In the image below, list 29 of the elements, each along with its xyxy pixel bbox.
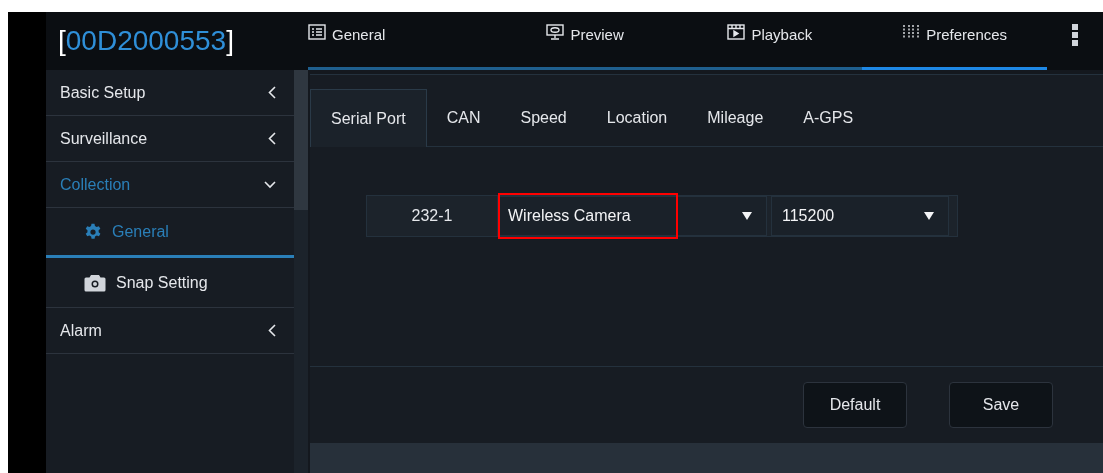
monitor-icon [546,24,565,40]
settings-tab[interactable]: Location [586,89,688,146]
action-button[interactable]: Save [949,382,1053,428]
grid-icon [308,24,326,40]
caret-icon [924,212,934,220]
caret-icon [742,212,752,220]
gear-icon [84,222,102,241]
chevron-left-icon [268,324,276,337]
chevron-down-icon [264,180,276,189]
select-field[interactable]: Wireless Camera [497,196,767,236]
action-button[interactable]: Default [803,382,907,428]
settings-tab[interactable]: Mileage [687,89,784,146]
port-label: 232-1 [410,206,454,226]
select-field[interactable]: 115200 [771,196,949,236]
film-icon [727,24,746,40]
settings-tab[interactable]: CAN [426,89,501,146]
sidebar-subitem[interactable]: Snap Setting [46,258,294,308]
chevron-left-icon [268,132,276,145]
more-menu-icon[interactable] [1072,24,1078,46]
chevron-left-icon [268,86,276,99]
scrollbar-thumb[interactable] [294,70,308,210]
bracket: ] [226,24,234,58]
bracket: [ [58,24,66,58]
settings-tab[interactable]: Speed [500,89,587,146]
sliders-icon [902,24,921,40]
camera-icon [84,273,106,292]
settings-tab[interactable]: A-GPS [783,89,874,146]
settings-tab[interactable]: Serial Port [310,89,427,147]
device-id: 00D2000553 [65,24,227,58]
